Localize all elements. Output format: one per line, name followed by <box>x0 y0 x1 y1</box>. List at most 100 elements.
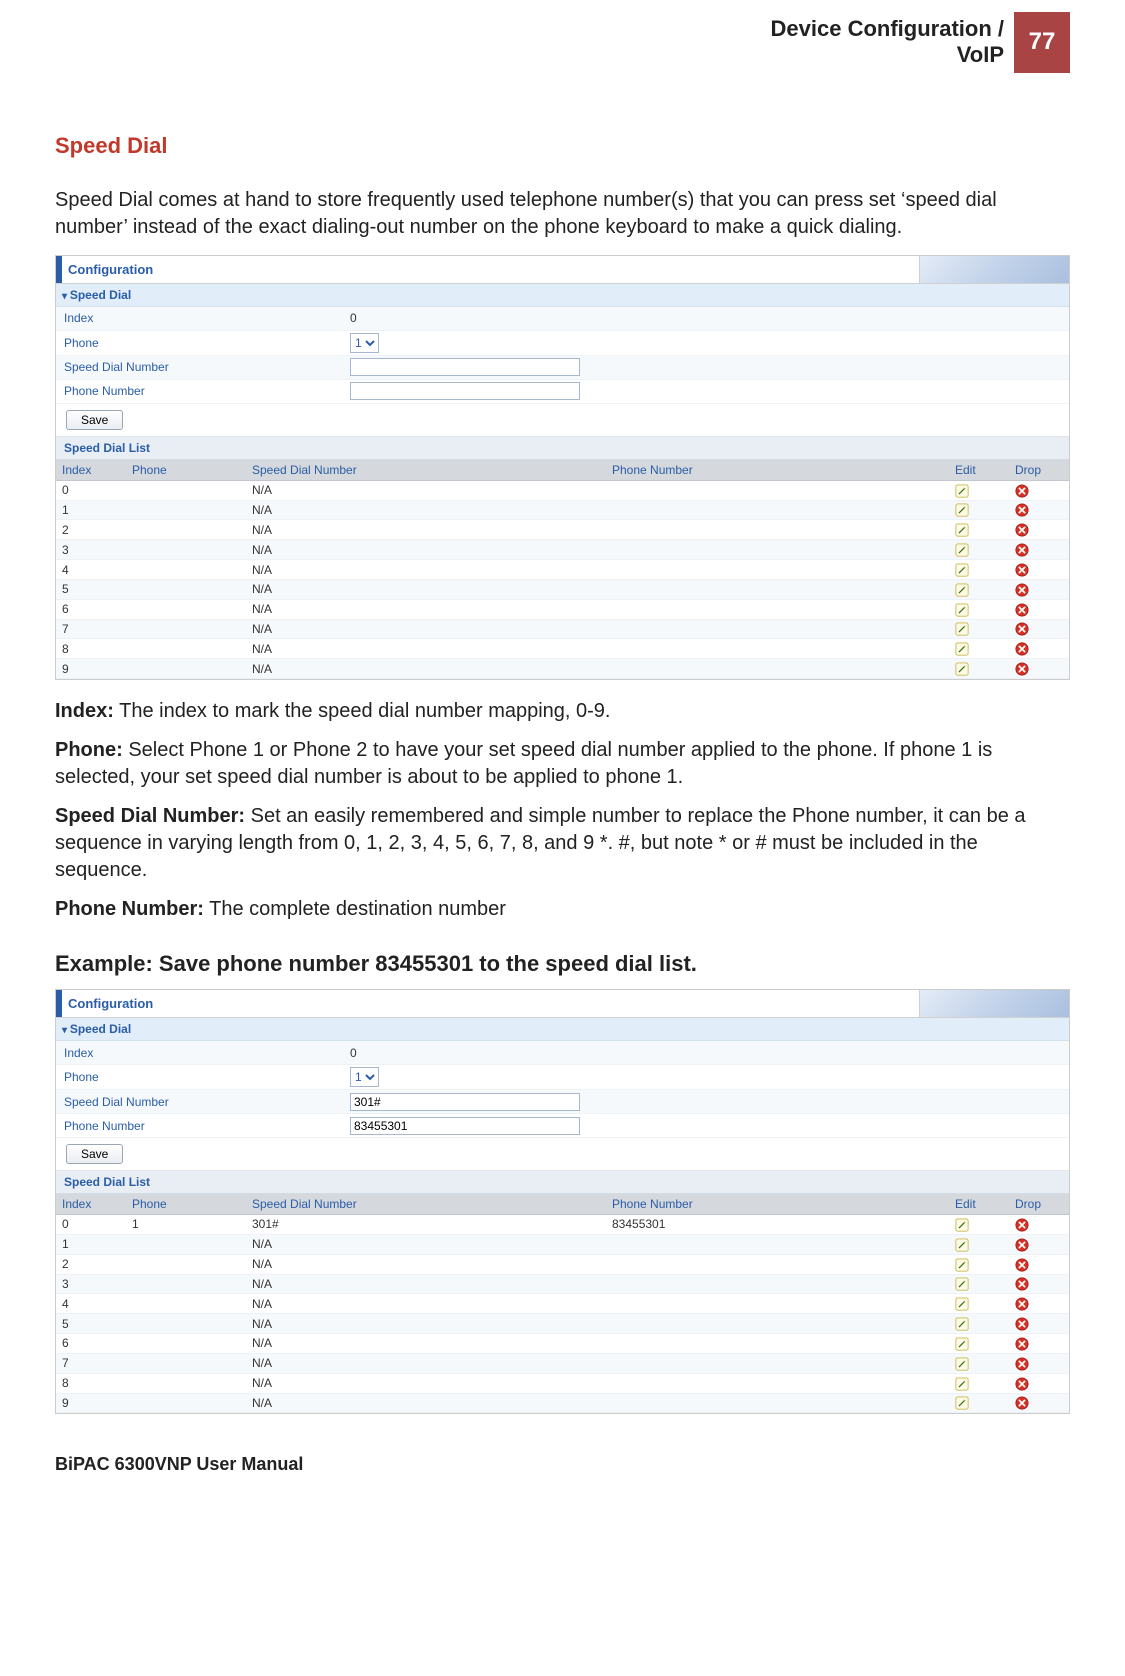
pn-input[interactable] <box>350 382 580 400</box>
index-value: 0 <box>346 1044 1069 1062</box>
table-row: 4N/A <box>56 1294 1069 1314</box>
edit-icon[interactable] <box>955 1297 969 1311</box>
cell-index: 7 <box>56 1353 126 1373</box>
drop-icon[interactable] <box>1015 642 1029 656</box>
edit-icon[interactable] <box>955 563 969 577</box>
cell-sdn: N/A <box>246 480 606 500</box>
edit-icon[interactable] <box>955 484 969 498</box>
cell-pn <box>606 1294 949 1314</box>
edit-icon[interactable] <box>955 583 969 597</box>
col-drop: Drop <box>1009 460 1069 481</box>
drop-icon[interactable] <box>1015 1337 1029 1351</box>
cell-pn <box>606 1274 949 1294</box>
cell-phone <box>126 1373 246 1393</box>
drop-icon[interactable] <box>1015 1317 1029 1331</box>
phone-select[interactable]: 1 <box>350 1067 379 1087</box>
col-drop: Drop <box>1009 1194 1069 1215</box>
table-row: 9N/A <box>56 1393 1069 1413</box>
edit-icon[interactable] <box>955 523 969 537</box>
edit-icon[interactable] <box>955 642 969 656</box>
edit-icon[interactable] <box>955 1377 969 1391</box>
save-button[interactable]: Save <box>66 410 123 430</box>
cell-index: 1 <box>56 500 126 520</box>
cell-index: 7 <box>56 619 126 639</box>
save-button[interactable]: Save <box>66 1144 123 1164</box>
edit-icon[interactable] <box>955 1396 969 1410</box>
doc-header: Device Configuration / VoIP 77 <box>55 12 1070 73</box>
edit-icon[interactable] <box>955 1258 969 1272</box>
cell-index: 4 <box>56 560 126 580</box>
drop-icon[interactable] <box>1015 1396 1029 1410</box>
col-sdn: Speed Dial Number <box>246 460 606 481</box>
pn-label: Phone Number <box>56 1116 346 1136</box>
drop-icon[interactable] <box>1015 1297 1029 1311</box>
drop-icon[interactable] <box>1015 1258 1029 1272</box>
sdn-input[interactable] <box>350 358 580 376</box>
table-row: 5N/A <box>56 579 1069 599</box>
drop-icon[interactable] <box>1015 1277 1029 1291</box>
cell-phone <box>126 1274 246 1294</box>
edit-icon[interactable] <box>955 1337 969 1351</box>
cell-phone <box>126 1393 246 1413</box>
drop-icon[interactable] <box>1015 662 1029 676</box>
list-title: Speed Dial List <box>56 1171 1069 1194</box>
table-row: 5N/A <box>56 1314 1069 1334</box>
table-row: 2N/A <box>56 520 1069 540</box>
cell-phone <box>126 1294 246 1314</box>
pn-label: Phone Number <box>56 381 346 401</box>
table-row: 4 N/A <box>56 560 1069 580</box>
drop-icon[interactable] <box>1015 1238 1029 1252</box>
cell-index: 3 <box>56 1274 126 1294</box>
table-row: 0N/A <box>56 480 1069 500</box>
cell-sdn: N/A <box>246 1393 606 1413</box>
cell-index: 0 <box>56 1215 126 1235</box>
table-row: 1 N/A <box>56 500 1069 520</box>
cell-sdn: N/A <box>246 579 606 599</box>
cell-sdn: N/A <box>246 540 606 560</box>
drop-icon[interactable] <box>1015 503 1029 517</box>
edit-icon[interactable] <box>955 1238 969 1252</box>
pn-input[interactable] <box>350 1117 580 1135</box>
cell-phone <box>126 1353 246 1373</box>
cell-index: 6 <box>56 599 126 619</box>
col-index: Index <box>56 460 126 481</box>
drop-icon[interactable] <box>1015 543 1029 557</box>
panel-decor <box>919 990 1069 1017</box>
drop-icon[interactable] <box>1015 1218 1029 1232</box>
phone-label: Phone <box>56 333 346 353</box>
cell-sdn: N/A <box>246 560 606 580</box>
cell-sdn: N/A <box>246 500 606 520</box>
edit-icon[interactable] <box>955 1317 969 1331</box>
drop-icon[interactable] <box>1015 583 1029 597</box>
cell-pn <box>606 599 949 619</box>
edit-icon[interactable] <box>955 1277 969 1291</box>
edit-icon[interactable] <box>955 543 969 557</box>
drop-icon[interactable] <box>1015 622 1029 636</box>
edit-icon[interactable] <box>955 503 969 517</box>
panel-subheader[interactable]: Speed Dial <box>56 1018 1069 1041</box>
index-value: 0 <box>346 309 1069 327</box>
drop-icon[interactable] <box>1015 1377 1029 1391</box>
cell-phone <box>126 1334 246 1354</box>
edit-icon[interactable] <box>955 1218 969 1232</box>
drop-icon[interactable] <box>1015 1357 1029 1371</box>
cell-pn <box>606 520 949 540</box>
cell-pn <box>606 1353 949 1373</box>
phone-select[interactable]: 1 <box>350 333 379 353</box>
sdn-input[interactable] <box>350 1093 580 1111</box>
cell-pn <box>606 480 949 500</box>
cell-sdn: N/A <box>246 1314 606 1334</box>
edit-icon[interactable] <box>955 662 969 676</box>
panel-subheader[interactable]: Speed Dial <box>56 284 1069 307</box>
cell-phone <box>126 1314 246 1334</box>
cell-index: 2 <box>56 1254 126 1274</box>
edit-icon[interactable] <box>955 603 969 617</box>
edit-icon[interactable] <box>955 1357 969 1371</box>
drop-icon[interactable] <box>1015 603 1029 617</box>
drop-icon[interactable] <box>1015 523 1029 537</box>
edit-icon[interactable] <box>955 622 969 636</box>
table-row: 6N/A <box>56 1334 1069 1354</box>
cell-sdn: N/A <box>246 1373 606 1393</box>
drop-icon[interactable] <box>1015 484 1029 498</box>
drop-icon[interactable] <box>1015 563 1029 577</box>
